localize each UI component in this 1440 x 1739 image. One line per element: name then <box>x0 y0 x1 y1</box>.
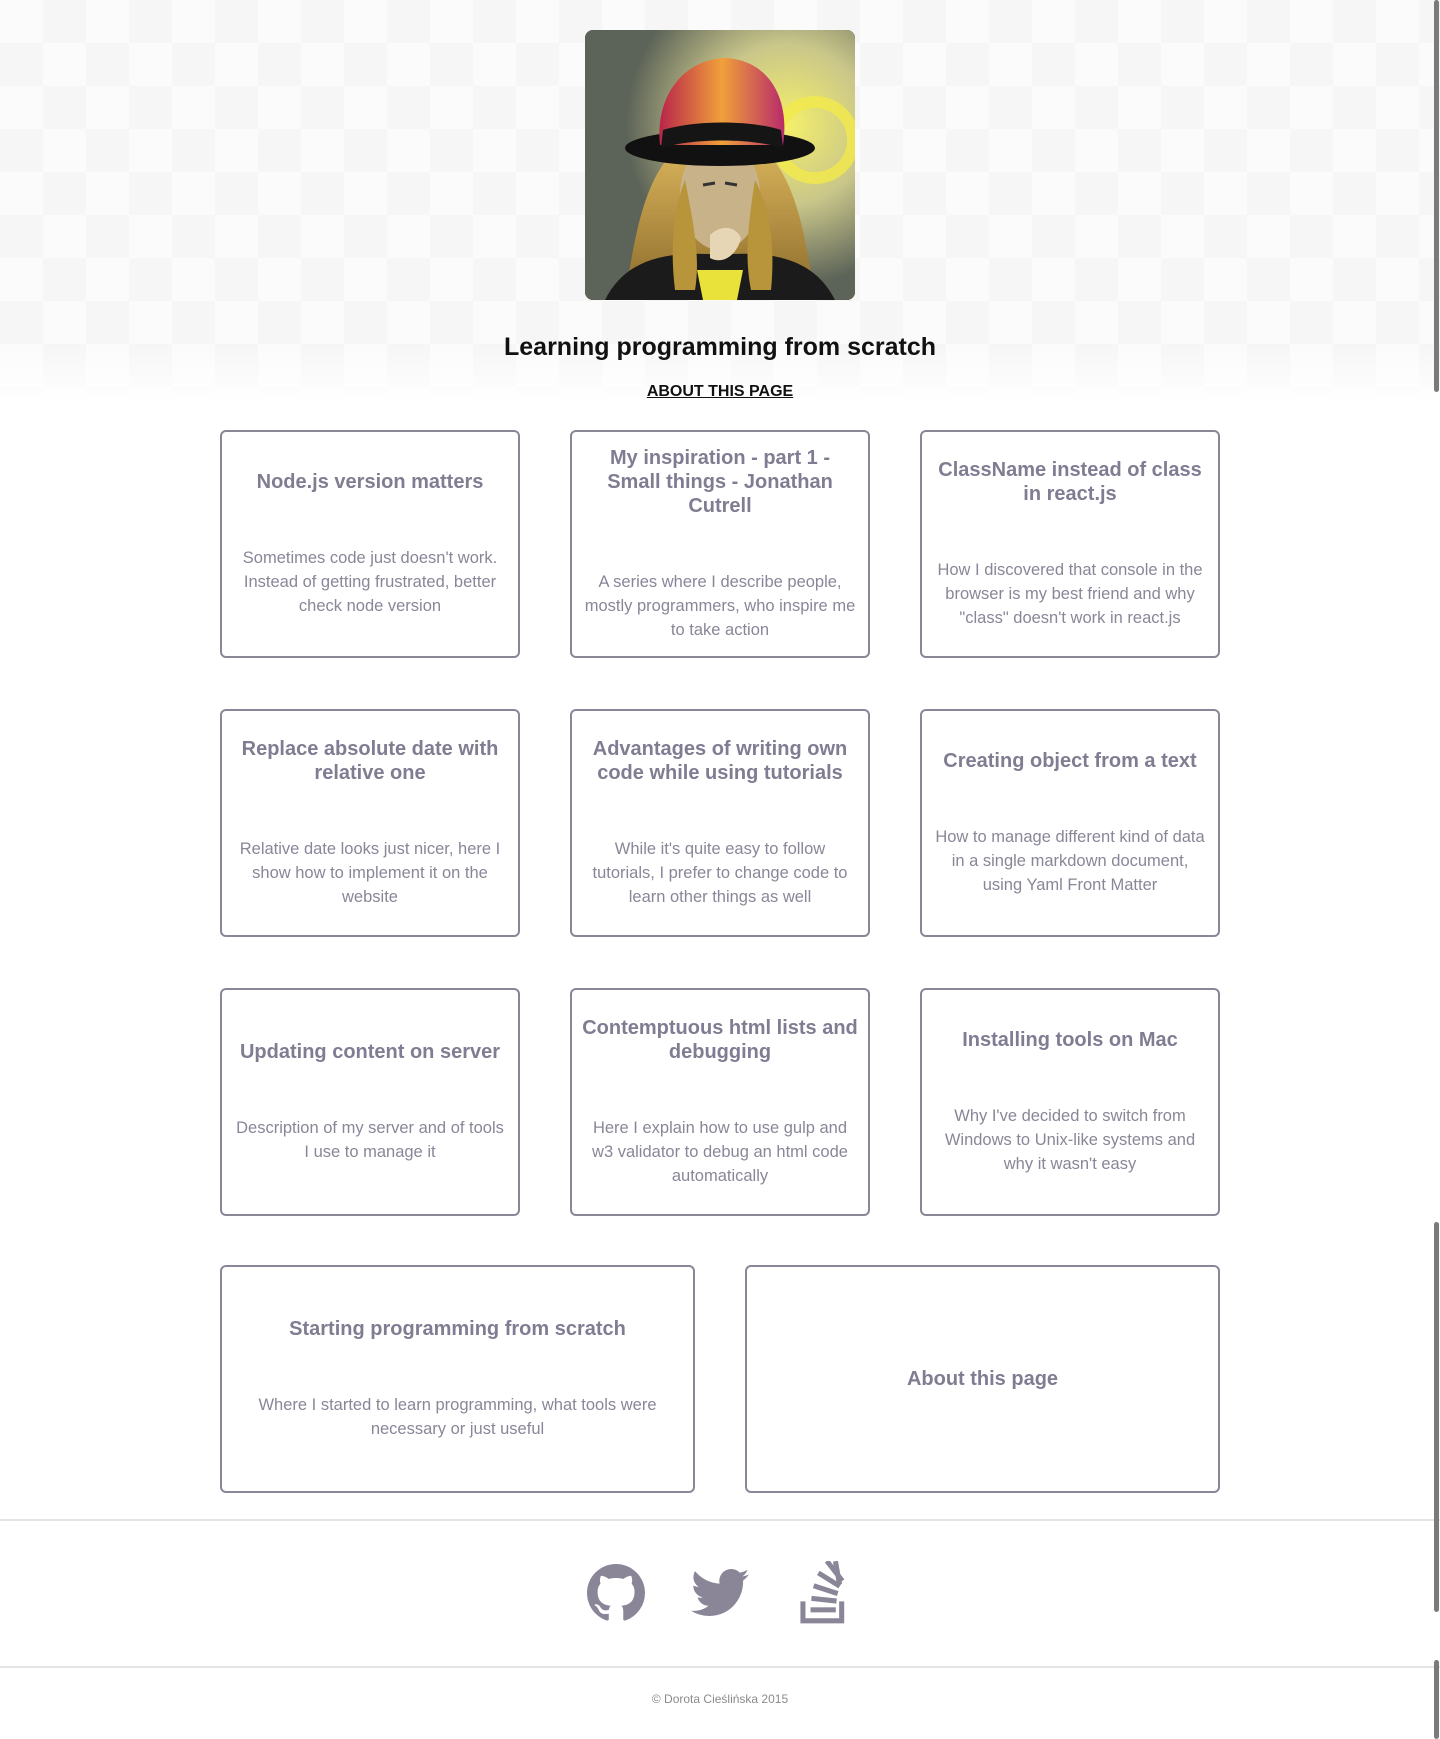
post-card[interactable]: Installing tools on Mac Why I've decided… <box>920 988 1220 1216</box>
page: Learning programming from scratch ABOUT … <box>0 0 1440 1739</box>
post-card-title: Installing tools on Mac <box>962 1029 1178 1051</box>
github-icon[interactable] <box>586 1563 646 1623</box>
about-card[interactable]: About this page <box>745 1265 1220 1493</box>
copyright: © Dorota Cieślińska 2015 <box>651 1692 789 1706</box>
stackoverflow-icon[interactable] <box>794 1561 854 1624</box>
footer-divider-top <box>0 1519 1440 1521</box>
post-card-title: Updating content on server <box>239 1041 501 1063</box>
post-card[interactable]: Replace absolute date with relative one … <box>220 709 520 937</box>
post-card-title: Starting programming from scratch <box>289 1318 626 1340</box>
social-links <box>0 1561 1440 1624</box>
scrollbar-thumb-middle[interactable] <box>1434 1222 1439 1612</box>
post-card-description: Sometimes code just doesn't work. Instea… <box>242 549 498 615</box>
post-card-description: Relative date looks just nicer, here I s… <box>239 840 501 906</box>
post-card-description: Where I started to learn programming, wh… <box>258 1396 657 1438</box>
footer-divider-bottom <box>0 1666 1440 1668</box>
post-card-description: Description of my server and of tools I … <box>236 1119 504 1161</box>
post-card[interactable]: Creating object from a text How to manag… <box>920 709 1220 937</box>
header: Learning programming from scratch ABOUT … <box>0 0 1440 405</box>
post-card[interactable]: Advantages of writing own code while usi… <box>570 709 870 937</box>
twitter-icon[interactable] <box>690 1563 750 1623</box>
about-card-title: About this page <box>906 1368 1059 1390</box>
post-card-title: Advantages of writing own code while usi… <box>592 738 848 784</box>
post-card[interactable]: Node.js version matters Sometimes code j… <box>220 430 520 658</box>
scrollbar[interactable] <box>1432 0 1440 1739</box>
post-grid: Node.js version matters Sometimes code j… <box>220 430 1220 1216</box>
post-card-description: A series where I describe people, mostly… <box>584 573 856 639</box>
about-page-link-wrapper: ABOUT THIS PAGE <box>0 383 1440 401</box>
site-title: Learning programming from scratch <box>503 333 937 361</box>
avatar-image <box>585 30 855 300</box>
post-card-description: Here I explain how to use gulp and w3 va… <box>592 1119 848 1185</box>
post-card-title: ClassName instead of class in react.js <box>938 459 1202 505</box>
post-card[interactable]: Contemptuous html lists and debugging He… <box>570 988 870 1216</box>
post-card-description: How to manage different kind of data in … <box>935 828 1205 894</box>
post-card[interactable]: ClassName instead of class in react.js H… <box>920 430 1220 658</box>
post-card-title: Creating object from a text <box>943 750 1197 772</box>
post-card-wide[interactable]: Starting programming from scratch Where … <box>220 1265 695 1493</box>
post-card-title: Node.js version matters <box>256 471 484 493</box>
post-card-title: Replace absolute date with relative one <box>241 738 499 784</box>
post-card[interactable]: My inspiration - part 1 - Small things -… <box>570 430 870 658</box>
scrollbar-thumb-bottom[interactable] <box>1434 1660 1439 1739</box>
post-card-title: Contemptuous html lists and debugging <box>582 1017 858 1063</box>
avatar <box>585 30 855 300</box>
post-card-title: My inspiration - part 1 - Small things -… <box>607 447 833 517</box>
post-card-description: While it's quite easy to follow tutorial… <box>592 840 848 906</box>
post-card[interactable]: Updating content on server Description o… <box>220 988 520 1216</box>
post-card-description: Why I've decided to switch from Windows … <box>944 1107 1196 1173</box>
post-card-description: How I discovered that console in the bro… <box>937 561 1203 627</box>
about-page-link[interactable]: ABOUT THIS PAGE <box>647 383 793 400</box>
wide-post-grid: Starting programming from scratch Where … <box>220 1265 1220 1493</box>
